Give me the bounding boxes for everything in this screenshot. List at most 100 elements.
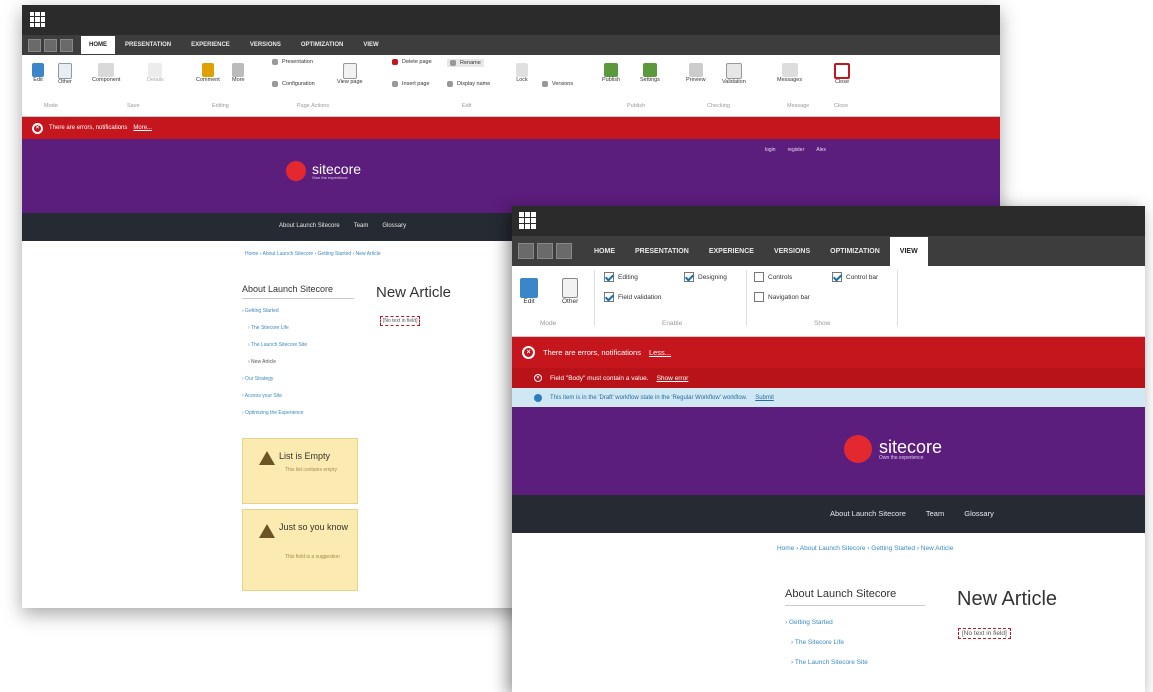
tab-experience[interactable]: EXPERIENCE: [181, 36, 240, 54]
front-error-bar: × Field "Body" must contain a value. Sho…: [512, 368, 1145, 388]
view-page-button[interactable]: View page: [337, 63, 363, 85]
back-title-bar: [22, 5, 1000, 35]
tab-experience[interactable]: EXPERIENCE: [699, 237, 764, 266]
other-button[interactable]: Other: [58, 63, 72, 85]
tab-home[interactable]: HOME: [584, 237, 625, 266]
show-error-link[interactable]: Show error: [657, 375, 689, 382]
share-icon[interactable]: [60, 38, 73, 52]
editing-checkbox[interactable]: Editing: [604, 272, 638, 282]
nav-about[interactable]: About Launch Sitecore: [830, 509, 906, 518]
sitecore-logo-icon[interactable]: [519, 212, 536, 229]
back-ribbon: Edit Other Component Details Comment Mor…: [22, 55, 1000, 117]
validation-icon: [725, 63, 742, 79]
lock-label: Lock: [516, 77, 528, 83]
designing-checkbox[interactable]: Designing: [684, 272, 727, 282]
preview-button[interactable]: Preview: [686, 63, 706, 83]
tab-presentation[interactable]: PRESENTATION: [625, 237, 699, 266]
save-icon[interactable]: [28, 38, 41, 52]
group-editing: Editing: [212, 103, 229, 109]
submit-link[interactable]: Submit: [755, 395, 774, 401]
details-button[interactable]: Details: [147, 63, 164, 83]
search-icon[interactable]: [44, 38, 57, 52]
sidebar-link-sitecore-life[interactable]: › The Sitecore Life: [248, 325, 289, 331]
warning-title: List is Empty: [279, 451, 331, 461]
field-validation-checkbox[interactable]: Field validation: [604, 292, 661, 302]
sidebar-link-new-article[interactable]: › New Article: [248, 359, 276, 365]
tab-presentation[interactable]: PRESENTATION: [115, 36, 181, 54]
ribbon-separator: [897, 270, 898, 326]
tab-versions[interactable]: VERSIONS: [240, 36, 291, 54]
sidebar-link-getting-started[interactable]: › Getting Started: [785, 619, 833, 626]
tab-optimization[interactable]: OPTIMIZATION: [291, 36, 354, 54]
publish-button[interactable]: Publish: [602, 63, 620, 83]
control-bar-checkbox[interactable]: Control bar: [832, 272, 878, 282]
tab-versions[interactable]: VERSIONS: [764, 237, 820, 266]
back-sitecore-brand[interactable]: sitecore Own the experience: [286, 161, 361, 181]
notification-less-link[interactable]: Less...: [649, 348, 671, 357]
share-icon[interactable]: [556, 243, 572, 259]
sidebar-link-launch-site[interactable]: › The Launch Sitecore Site: [248, 342, 307, 348]
messages-button[interactable]: Messages: [777, 63, 802, 83]
rename-button[interactable]: Rename: [447, 59, 484, 67]
navigation-bar-label: Navigation bar: [768, 293, 810, 301]
sidebar-link-launch-site[interactable]: › The Launch Sitecore Site: [791, 659, 868, 666]
front-sitecore-brand[interactable]: sitecore Own the experience: [844, 435, 942, 463]
front-body-field[interactable]: [No text in field]: [958, 628, 1011, 639]
edit-button[interactable]: Edit: [520, 278, 538, 305]
front-breadcrumb[interactable]: Home › About Launch Sitecore › Getting S…: [777, 545, 953, 552]
nav-team[interactable]: Team: [926, 509, 944, 518]
comment-button[interactable]: Comment: [196, 63, 220, 83]
ribbon-separator: [594, 270, 595, 326]
page-icon: [562, 278, 579, 298]
tab-view[interactable]: VIEW: [353, 36, 388, 54]
group-edit: Edit: [462, 103, 472, 109]
configuration-button[interactable]: Configuration: [272, 81, 315, 87]
brand-text: sitecore: [312, 161, 362, 177]
presentation-button[interactable]: Presentation: [272, 59, 313, 65]
component-label: Component: [92, 77, 121, 83]
nav-glossary[interactable]: Glossary: [382, 223, 406, 229]
register-link[interactable]: register: [788, 147, 805, 153]
sitecore-logo-icon[interactable]: [30, 12, 45, 27]
back-body-field[interactable]: [No text in field]: [380, 316, 421, 326]
edit-button[interactable]: Edit: [32, 63, 44, 83]
versions-button[interactable]: Versions: [542, 81, 573, 87]
delete-page-button[interactable]: Delete page: [392, 59, 432, 65]
tab-optimization[interactable]: OPTIMIZATION: [820, 237, 890, 266]
group-publish: Publish: [627, 103, 646, 109]
search-icon[interactable]: [537, 243, 553, 259]
save-icon[interactable]: [518, 243, 534, 259]
display-name-button[interactable]: Display name: [447, 81, 490, 87]
sidebar-link-getting-started[interactable]: › Getting Started: [242, 308, 279, 314]
nav-about[interactable]: About Launch Sitecore: [279, 223, 340, 229]
user-menu-link[interactable]: Alex: [816, 147, 826, 153]
controls-checkbox[interactable]: Controls: [754, 272, 792, 282]
lock-button[interactable]: Lock: [516, 63, 528, 83]
close-button[interactable]: Close: [834, 63, 850, 85]
insert-page-button[interactable]: Insert page: [392, 81, 430, 87]
nav-glossary[interactable]: Glossary: [964, 509, 994, 518]
checkbox-checked-icon: [832, 272, 842, 282]
tab-view[interactable]: VIEW: [889, 236, 928, 266]
other-button[interactable]: Other: [562, 278, 578, 305]
sidebar-link-strategy[interactable]: › Our Strategy: [242, 376, 273, 382]
sidebar-link-access[interactable]: › Access your Site: [242, 393, 282, 399]
nav-team[interactable]: Team: [354, 223, 369, 229]
insert-page-label: Insert page: [402, 81, 430, 87]
settings-button[interactable]: Settings: [640, 63, 660, 83]
more-button[interactable]: More: [232, 63, 245, 83]
other-label: Other: [58, 79, 72, 85]
navigation-bar-checkbox[interactable]: Navigation bar: [754, 292, 810, 302]
controls-label: Controls: [768, 273, 793, 281]
validation-button[interactable]: Validation: [722, 63, 746, 85]
sidebar-link-optimizing[interactable]: › Optimizing the Experience: [242, 410, 303, 416]
sidebar-link-sitecore-life[interactable]: › The Sitecore Life: [791, 639, 844, 646]
login-link[interactable]: login: [765, 147, 776, 153]
notification-more-link[interactable]: More...: [133, 125, 152, 131]
page-icon: [58, 63, 72, 79]
tab-home[interactable]: HOME: [81, 36, 115, 54]
front-nav-bar: About Launch Sitecore Team Glossary: [512, 495, 1145, 533]
component-button[interactable]: Component: [92, 63, 120, 83]
sitecore-mark-icon: [286, 161, 306, 181]
back-breadcrumb[interactable]: Home › About Launch Sitecore › Getting S…: [245, 251, 381, 257]
